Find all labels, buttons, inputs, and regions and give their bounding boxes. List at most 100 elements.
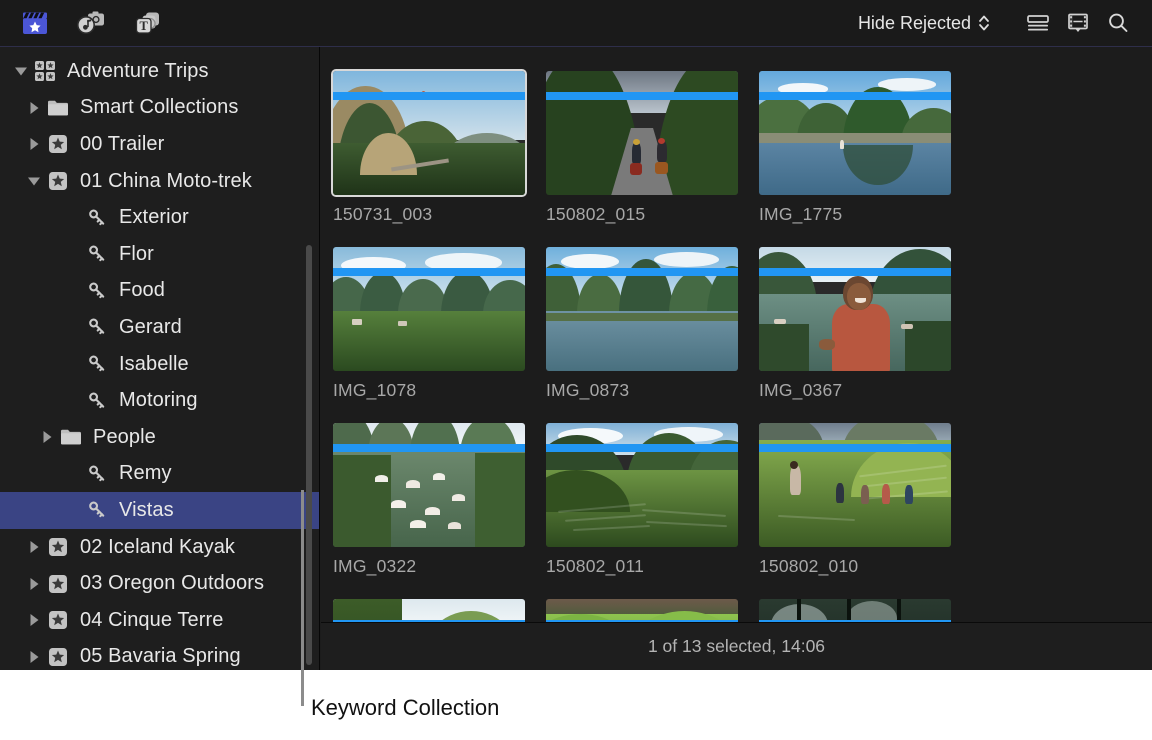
sidebar-item-label: Exterior [119,206,189,229]
sidebar-item-isabelle[interactable]: Isabelle [0,346,319,383]
keyword-range-bar [759,92,951,100]
sidebar-item-04-cinque-terre[interactable]: 04 Cinque Terre [0,602,319,639]
clip-cell [546,599,759,622]
sidebar-item-exterior[interactable]: Exterior [0,199,319,236]
keyword-range-bar [333,92,525,100]
keyword-range-bar [759,268,951,276]
sidebar-item-food[interactable]: Food [0,273,319,310]
disclosure-triangle-right-icon[interactable] [23,539,45,555]
thumbnail-artwork [546,599,738,622]
clip-name: 150802_015 [546,204,759,225]
library-sidebar[interactable]: Adventure Trips Smart Collections00 Trail… [0,47,320,670]
clip-thumbnail[interactable] [546,599,738,622]
disclosure-triangle-right-icon[interactable] [23,576,45,592]
photos-and-audio-icon[interactable] [74,7,108,39]
sidebar-item-motoring[interactable]: Motoring [0,382,319,419]
clip-thumbnail[interactable] [546,247,738,371]
clip-thumbnail[interactable] [333,247,525,371]
disclosure-triangle-down-icon[interactable] [23,173,45,189]
browser-status-bar: 1 of 13 selected, 14:06 [321,622,1152,670]
clip-name: IMG_1078 [333,380,546,401]
sidebar-item-label: Remy [119,462,172,485]
clip-cell: IMG_0367 [759,247,972,401]
sidebar-item-gerard[interactable]: Gerard [0,309,319,346]
list-view-icon[interactable] [1018,7,1058,39]
clip-name: 150802_011 [546,556,759,577]
sidebar-item-flor[interactable]: Flor [0,236,319,273]
keyword-range-bar [333,268,525,276]
keyword-icon [84,316,110,338]
clip-name: IMG_0322 [333,556,546,577]
sidebar-item-people[interactable]: People [0,419,319,456]
clip-name: IMG_0873 [546,380,759,401]
clip-thumbnail[interactable] [759,247,951,371]
clip-thumbnail[interactable] [759,423,951,547]
keyword-icon [84,499,110,521]
disclosure-triangle-right-icon[interactable] [23,612,45,628]
keyword-range-bar [546,92,738,100]
filmstrip-area[interactable]: 150731_003150802_015IMG_1775IMG_1078IMG_… [321,47,1152,622]
keyword-range-bar [546,444,738,452]
disclosure-triangle-down-icon[interactable] [10,63,32,79]
browser-toolbar: T Hide Rejected [0,0,1152,47]
clip-thumbnail[interactable] [546,71,738,195]
callout-label: Keyword Collection [311,695,499,721]
folder-icon [58,427,84,447]
search-icon[interactable] [1098,7,1138,39]
filmstrip-view-icon[interactable] [1058,7,1098,39]
sidebar-item-label: 01 China Moto-trek [80,170,252,193]
toolbar-right-group: Hide Rejected [852,0,1138,46]
sidebar-item-05-bavaria-spring[interactable]: 05 Bavaria Spring [0,639,319,671]
clip-cell [333,599,546,622]
disclosure-triangle-right-icon[interactable] [23,649,45,665]
disclosure-triangle-right-icon[interactable] [23,100,45,116]
event-icon [45,536,71,558]
clip-cell: IMG_0322 [333,423,546,577]
sidebar-item-vistas[interactable]: Vistas [0,492,319,529]
keyword-icon [84,280,110,302]
sidebar-scrollbar[interactable] [306,245,312,665]
disclosure-triangle-right-icon[interactable] [36,429,58,445]
clip-thumbnail[interactable] [759,71,951,195]
clip-cell: 150802_015 [546,71,759,225]
folder-icon [45,98,71,118]
hide-rejected-label: Hide Rejected [858,13,971,34]
screenshot-root: T Hide Rejected [0,0,1152,740]
sidebar-item-adventure-trips[interactable]: Adventure Trips [0,53,319,90]
clip-cell [759,599,972,622]
chevron-up-down-icon [978,13,990,33]
sidebar-item-02-iceland-kayak[interactable]: 02 Iceland Kayak [0,529,319,566]
keyword-icon [84,243,110,265]
keyword-range-bar [759,620,951,622]
sidebar-item-00-trailer[interactable]: 00 Trailer [0,126,319,163]
keyword-range-bar [759,444,951,452]
clip-grid: 150731_003150802_015IMG_1775IMG_1078IMG_… [333,71,1143,622]
titles-and-generators-icon[interactable]: T [130,7,164,39]
sidebar-item-03-oregon-outdoors[interactable]: 03 Oregon Outdoors [0,565,319,602]
sidebar-item-smart-collections[interactable]: Smart Collections [0,90,319,127]
sidebar-item-remy[interactable]: Remy [0,456,319,493]
sidebar-item-01-china-moto-trek[interactable]: 01 China Moto-trek [0,163,319,200]
keyword-icon [84,353,110,375]
sidebar-item-label: Adventure Trips [67,60,209,83]
library-tree: Adventure Trips Smart Collections00 Trail… [0,47,319,670]
clip-thumbnail[interactable] [333,423,525,547]
disclosure-triangle-right-icon[interactable] [23,136,45,152]
libraries-icon[interactable] [18,7,52,39]
clip-cell: 150731_003 [333,71,546,225]
event-icon [45,133,71,155]
hide-rejected-popup[interactable]: Hide Rejected [852,10,996,37]
thumbnail-artwork [333,599,525,622]
clip-thumbnail[interactable] [546,423,738,547]
clip-thumbnail[interactable] [333,599,525,622]
keyword-range-bar [546,620,738,622]
keyword-icon [84,463,110,485]
sidebar-item-label: People [93,426,156,449]
selection-status-text: 1 of 13 selected, 14:06 [648,636,825,657]
final-cut-pro-window: T Hide Rejected [0,0,1152,670]
clip-thumbnail[interactable] [759,599,951,622]
sidebar-item-label: 04 Cinque Terre [80,609,223,632]
clip-name: IMG_0367 [759,380,972,401]
clip-thumbnail[interactable] [333,71,525,195]
clip-cell: IMG_1078 [333,247,546,401]
